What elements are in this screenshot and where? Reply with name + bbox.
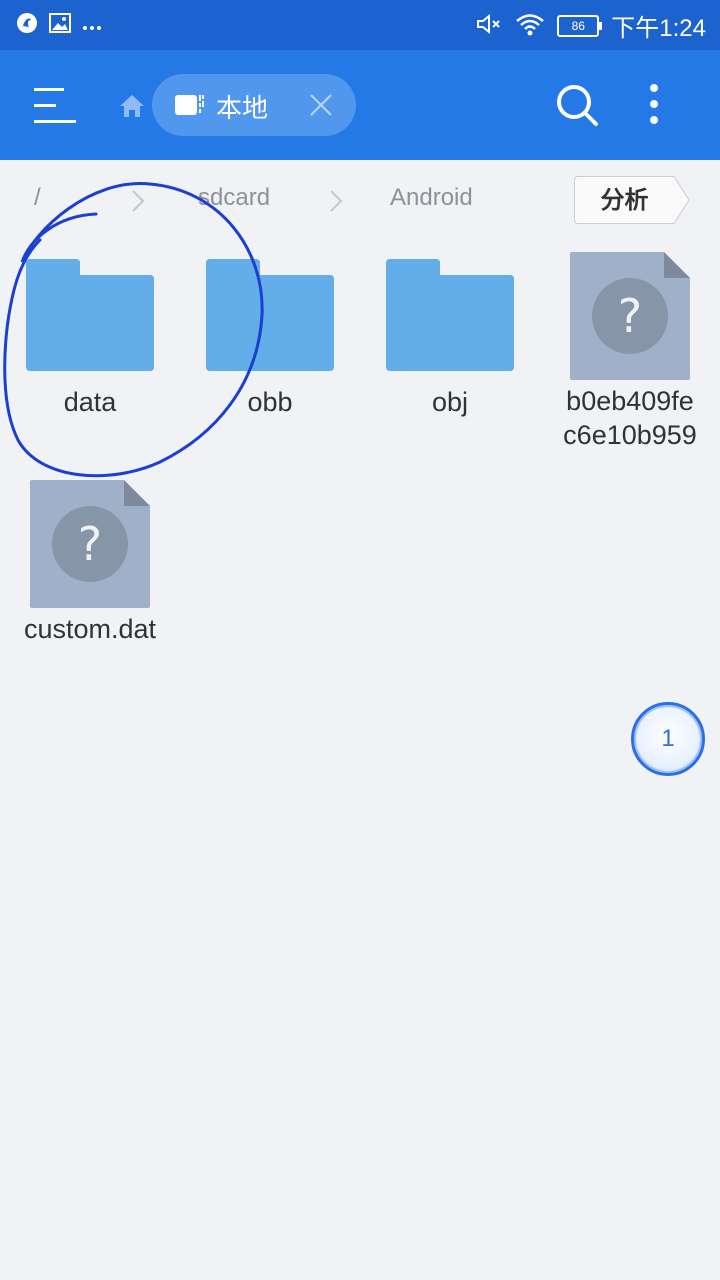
folder-item-data[interactable]: data [0,255,180,435]
file-name-line2: c6e10b959 [563,420,697,450]
file-item-custom-dat[interactable]: ? custom.dat [0,478,180,658]
file-name-line1: b0eb409fe [566,386,694,416]
floating-assist-button[interactable]: 1 [631,702,705,776]
home-icon[interactable] [118,92,146,120]
folder-icon [386,259,514,375]
image-notification-icon [48,12,72,38]
file-name: obb [247,387,293,417]
folder-item-obj[interactable]: obj [360,255,540,435]
folder-item-obb[interactable]: obb [180,255,360,435]
breadcrumb: / sdcard Android 分析 [0,170,720,230]
svg-text:?: ? [618,289,642,343]
folder-icon [26,259,154,375]
file-name: data [63,387,117,417]
unknown-file-icon: ? [30,480,150,612]
svg-text:?: ? [78,517,102,571]
location-chip[interactable]: 本地 [152,74,356,136]
close-icon[interactable] [308,92,334,118]
unknown-file-icon: ? [570,252,690,384]
mute-icon [475,12,503,40]
search-icon[interactable] [554,82,600,128]
battery-indicator: 86 [557,14,603,37]
app-notification-icon [16,12,38,38]
more-notifications-icon [82,16,102,35]
status-bar: 86 下午1:24 [0,0,720,50]
file-item-b0eb409fe[interactable]: ? b0eb409fe c6e10b959 [540,250,720,460]
app-bar: 本地 [0,50,720,160]
chevron-right-icon [130,188,146,218]
more-options-icon[interactable] [640,82,668,128]
breadcrumb-root[interactable]: / [34,184,41,212]
sd-card-icon [174,92,206,122]
folder-icon [206,259,334,375]
location-label: 本地 [216,94,269,124]
breadcrumb-android[interactable]: Android [390,184,473,212]
analyze-button[interactable]: 分析 [574,176,674,224]
analyze-arrow [671,176,692,228]
file-name: obj [431,387,469,417]
file-name: custom.dat [23,614,157,644]
breadcrumb-sdcard[interactable]: sdcard [198,184,270,212]
wifi-icon [515,12,545,40]
menu-icon[interactable] [32,86,78,126]
chevron-right-icon [328,188,344,218]
clock: 下午1:24 [611,15,706,42]
